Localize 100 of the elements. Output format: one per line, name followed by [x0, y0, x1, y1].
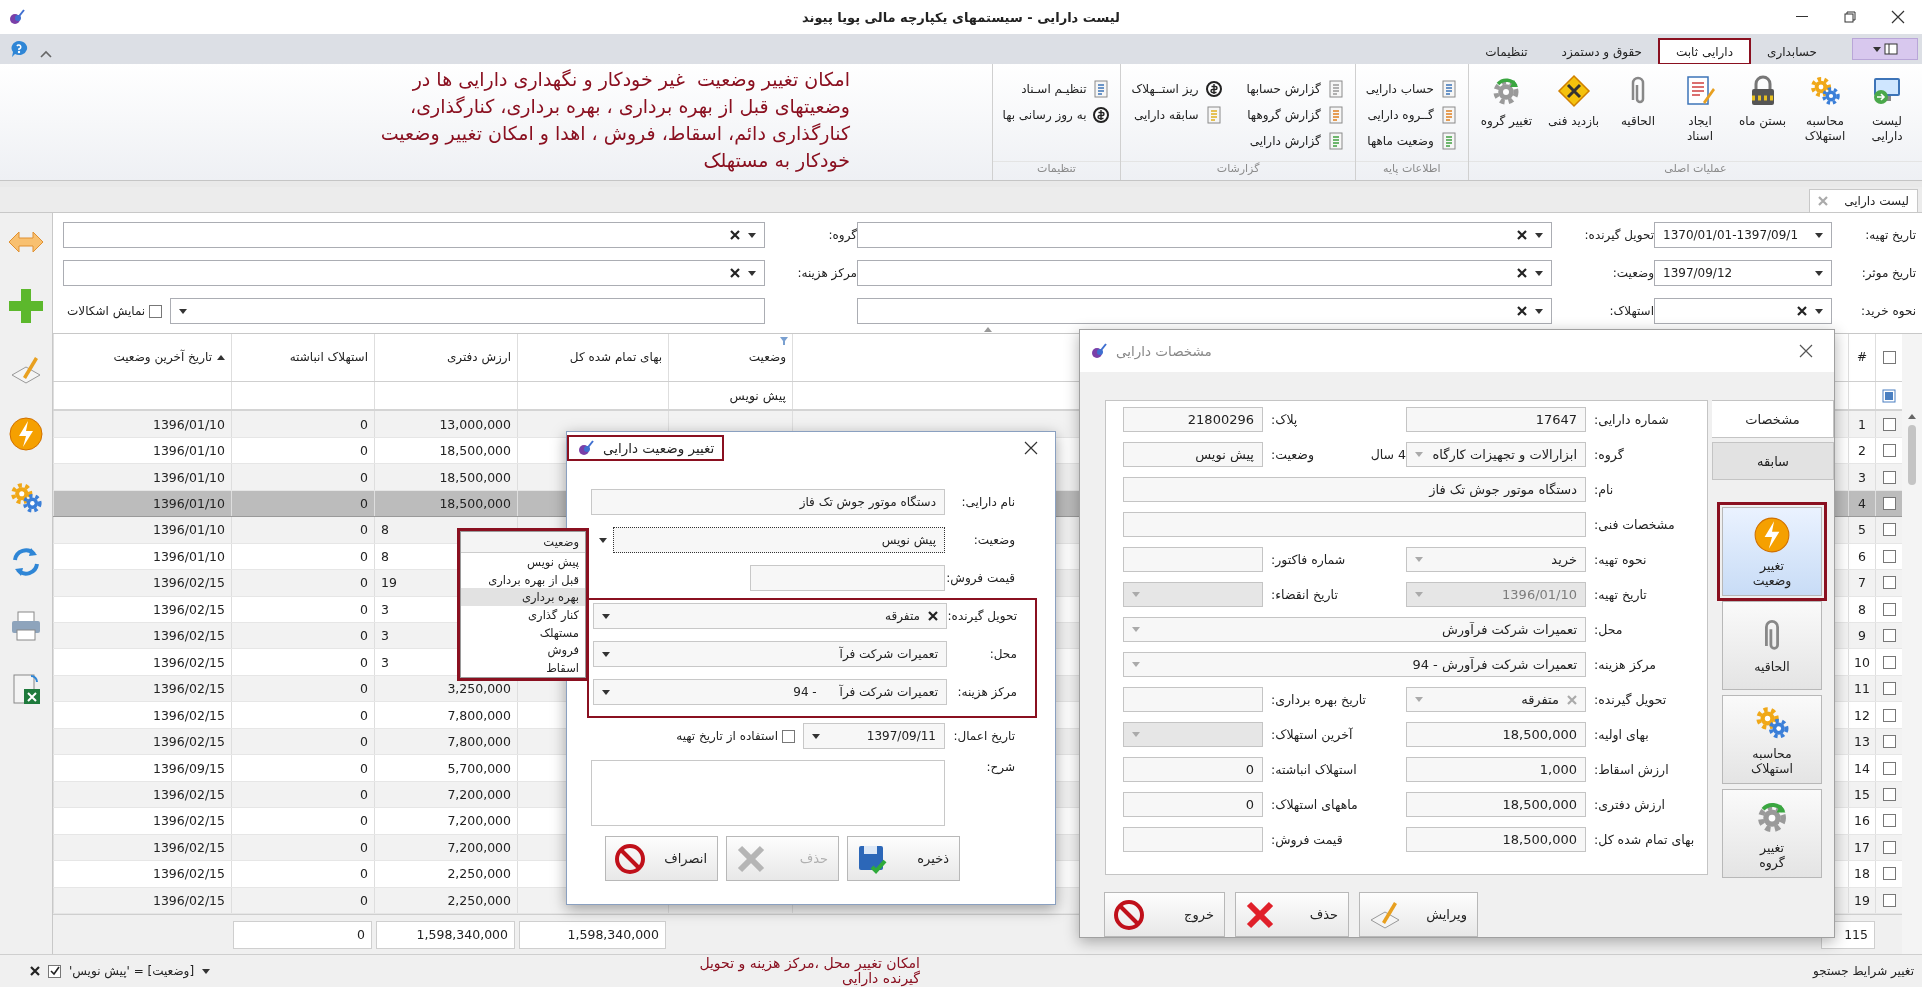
text-field[interactable]: دستگاه موتور جوش تک فاز: [591, 489, 945, 515]
text-field[interactable]: پیش نویس: [1123, 442, 1263, 467]
checkbox[interactable]: [1882, 893, 1896, 907]
combo-field[interactable]: [857, 260, 1552, 286]
dialog-button[interactable]: انصراف: [605, 836, 718, 881]
checkbox[interactable]: [1882, 708, 1896, 722]
checkbox[interactable]: [1882, 840, 1896, 854]
ribbon-tab[interactable]: حسابداری: [1750, 39, 1834, 64]
text-field[interactable]: 21800296: [1123, 407, 1263, 432]
combo-field[interactable]: تعمیرات شرکت فرآورش: [1123, 617, 1586, 642]
dropdown-option[interactable]: بهره برداری: [461, 588, 585, 607]
ribbon-button[interactable]: گزارش دارایی: [1242, 128, 1349, 154]
ribbon-button[interactable]: گــروه دارایی: [1361, 102, 1462, 128]
text-field[interactable]: [1123, 547, 1263, 572]
column-header[interactable]: بهای تمام شده کل: [517, 334, 668, 381]
checkbox[interactable]: [1882, 602, 1896, 616]
combo-field[interactable]: [857, 222, 1552, 248]
combo-field[interactable]: ابزارالات و تجهیزات کارگاه: [1406, 442, 1586, 467]
text-field[interactable]: 1,000: [1406, 757, 1586, 782]
text-field[interactable]: [1123, 512, 1586, 537]
ribbon-button[interactable]: تنظیـم اسـناد: [998, 76, 1115, 102]
text-field[interactable]: [750, 565, 945, 591]
text-field[interactable]: [1123, 687, 1263, 712]
ribbon-tab[interactable]: دارایی ثابت: [1658, 39, 1751, 64]
description-field[interactable]: [591, 760, 945, 826]
dialog-button[interactable]: ذخیره: [847, 836, 960, 881]
column-header[interactable]: وضعیت: [668, 334, 792, 381]
side-button[interactable]: محاسبه استهلاک: [1722, 695, 1822, 784]
checkbox[interactable]: [1882, 523, 1896, 537]
combo-field[interactable]: 1370/01/01-1397/09/1: [1654, 222, 1832, 248]
combo-field[interactable]: [1654, 298, 1832, 324]
ribbon-button[interactable]: بستن ماه: [1733, 70, 1792, 133]
checkbox[interactable]: [1882, 576, 1896, 590]
ribbon-button[interactable]: الحاقیه: [1609, 70, 1667, 133]
checkbox[interactable]: [1882, 655, 1896, 669]
checkbox[interactable]: [782, 729, 795, 743]
text-field[interactable]: [1123, 827, 1263, 852]
ribbon-button[interactable]: ریز استــهلاک: [1127, 76, 1227, 102]
text-field[interactable]: 0: [1123, 792, 1263, 817]
checkbox[interactable]: [1882, 629, 1896, 643]
checkbox[interactable]: [1882, 787, 1896, 801]
checkbox[interactable]: [1882, 417, 1896, 431]
column-header[interactable]: #: [1848, 334, 1875, 381]
scrollbar[interactable]: [1902, 334, 1922, 954]
checkbox[interactable]: [1882, 549, 1896, 563]
checkbox[interactable]: [1882, 444, 1896, 458]
combo-field[interactable]: [63, 260, 765, 286]
checkbox[interactable]: [1882, 496, 1896, 510]
side-button[interactable]: الحاقیه: [1722, 601, 1822, 690]
combo-field[interactable]: تعمیرات شرکت فرآ: [593, 641, 947, 667]
ribbon-button[interactable]: گزارش گروهها: [1242, 102, 1349, 128]
ribbon-tab[interactable]: حقوق و دستمزد: [1544, 39, 1659, 64]
dialog-button[interactable]: حذف: [1235, 892, 1349, 937]
checkbox[interactable]: [1882, 867, 1896, 881]
ribbon-button[interactable]: محاسبه استهلاک: [1796, 70, 1854, 148]
ribbon-tab[interactable]: تنظیمات: [1468, 39, 1545, 64]
text-field[interactable]: 18,500,000: [1406, 792, 1586, 817]
text-field[interactable]: دستگاه موتور جوش تک فاز: [1123, 477, 1586, 502]
text-field[interactable]: 0: [1123, 757, 1263, 782]
combo-field[interactable]: خرید: [1406, 547, 1586, 572]
checkbox[interactable]: [149, 304, 163, 318]
dialog-button[interactable]: ویرایش: [1359, 892, 1478, 937]
combo-field[interactable]: [857, 298, 1552, 324]
filter-cell[interactable]: پیش نویس: [668, 382, 792, 410]
side-button[interactable]: تغییر گروه: [1722, 789, 1822, 878]
combo-field[interactable]: تعمیرات شرکت فرآ - 94: [593, 679, 947, 705]
ribbon-button[interactable]: تغییر گروه: [1474, 70, 1539, 133]
checkbox[interactable]: [1882, 682, 1896, 696]
search-conditions-link[interactable]: تغییر شرایط جستجو: [1812, 964, 1914, 978]
ribbon-button[interactable]: بازدید فنی: [1542, 70, 1605, 133]
dialog-button[interactable]: خروج: [1104, 892, 1225, 937]
checkbox[interactable]: [1882, 351, 1896, 364]
checkbox[interactable]: [1882, 735, 1896, 749]
ribbon-button[interactable]: ایجاد اسناد: [1671, 70, 1729, 148]
combo-field[interactable]: [170, 298, 765, 324]
date-field[interactable]: 1397/09/11: [803, 723, 945, 749]
combo-field[interactable]: متفرقه: [593, 603, 947, 629]
document-tab[interactable]: لیست دارایی: [1809, 189, 1918, 212]
checkbox[interactable]: [1882, 470, 1896, 484]
text-field[interactable]: 17647: [1406, 407, 1586, 432]
ribbon-button[interactable]: سابقه دارایی: [1127, 102, 1227, 128]
ribbon-button[interactable]: لیست دارایی: [1858, 70, 1916, 148]
checkbox[interactable]: [1882, 761, 1896, 775]
text-field[interactable]: 18,500,000: [1406, 722, 1586, 747]
checkbox[interactable]: [1882, 814, 1896, 828]
menu-button[interactable]: [1852, 38, 1918, 60]
combo-field[interactable]: 1397/09/12: [1654, 260, 1832, 286]
combo-field[interactable]: [63, 222, 765, 248]
column-header[interactable]: ارزش دفتری: [374, 334, 517, 381]
text-field[interactable]: 18,500,000: [1406, 827, 1586, 852]
ribbon-button[interactable]: گزارش حسابها: [1242, 76, 1349, 102]
column-header[interactable]: استهلاک انباشته: [231, 334, 374, 381]
combo-field[interactable]: تعمیرات شرکت فرآورش - 94: [1123, 652, 1586, 677]
side-tab[interactable]: مشخصات: [1712, 400, 1834, 438]
ribbon-button[interactable]: حساب دارایی: [1361, 76, 1462, 102]
ribbon-button[interactable]: وضعیت ماهها: [1361, 128, 1462, 154]
side-tab[interactable]: سابقه: [1712, 442, 1834, 480]
combo-field[interactable]: پیش نویس: [613, 527, 945, 553]
combo-field[interactable]: متفرقه: [1406, 687, 1586, 712]
ribbon-button[interactable]: به روز رسانی بها: [998, 102, 1115, 128]
